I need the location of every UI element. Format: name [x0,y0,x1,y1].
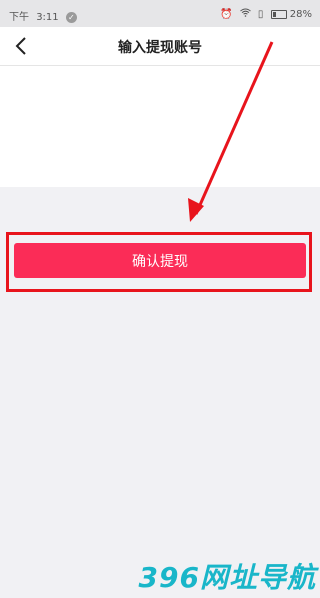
watermark: 396网址导航 [138,561,316,594]
annotation-arrow [188,41,274,222]
